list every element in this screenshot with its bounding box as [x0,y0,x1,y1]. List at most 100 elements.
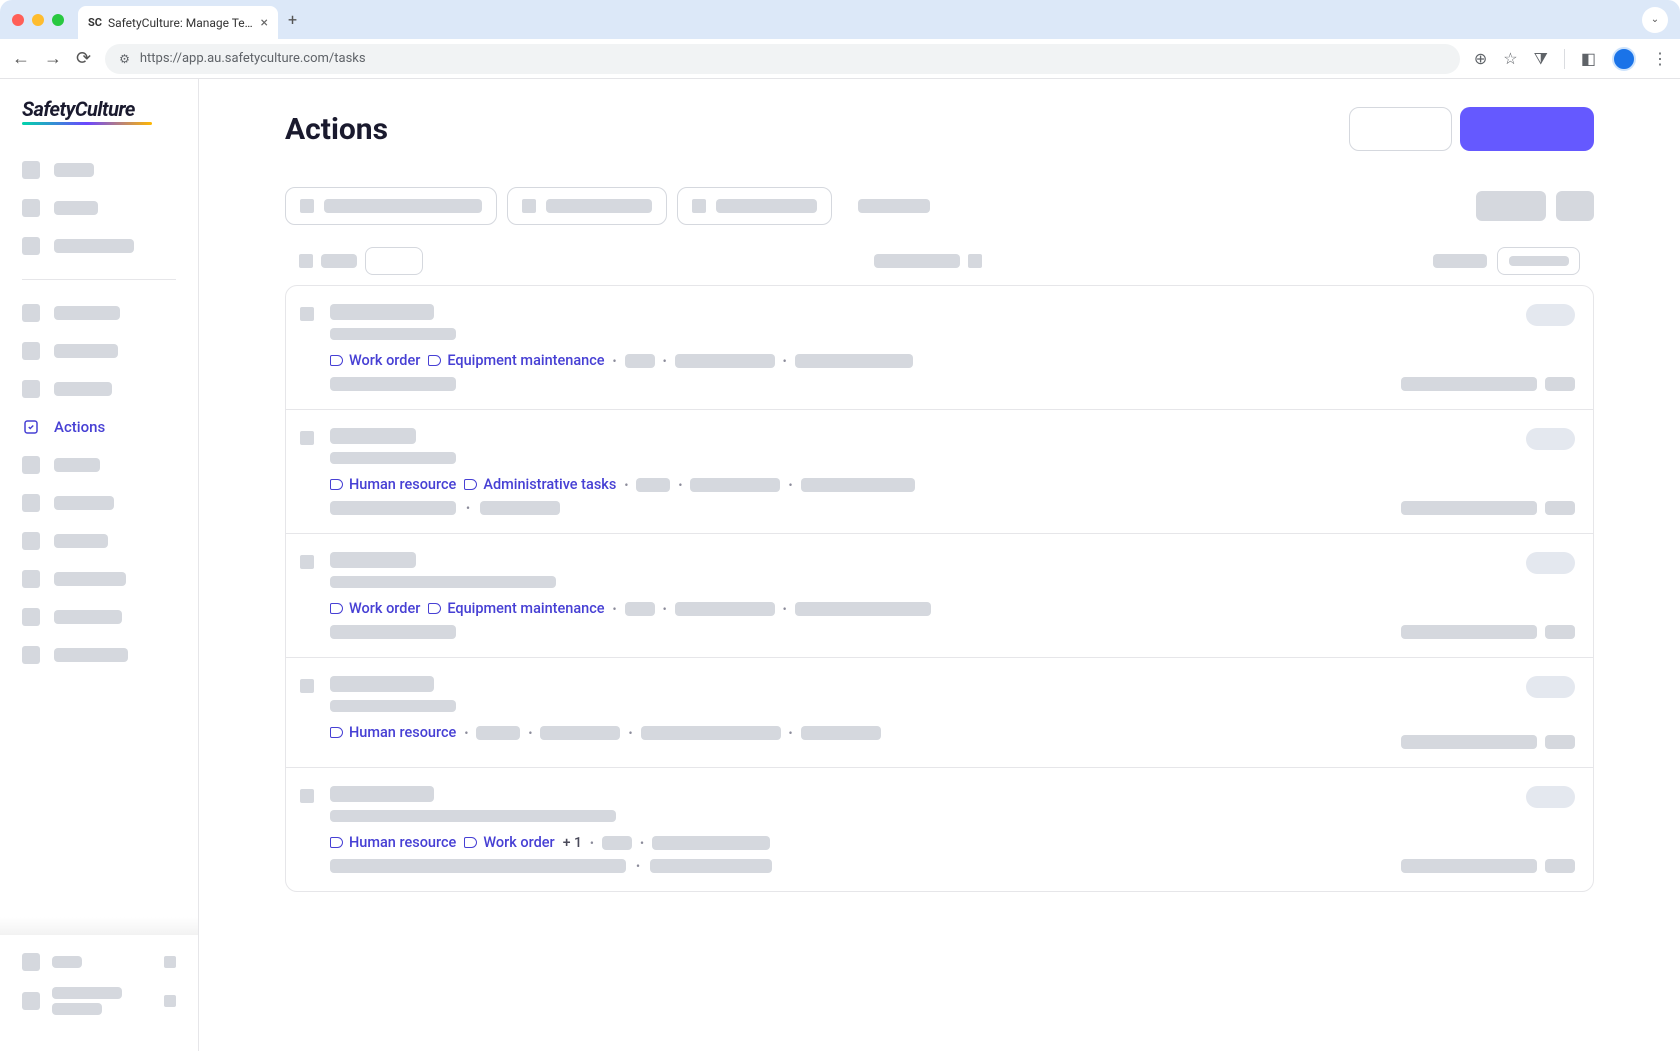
tag-icon [330,603,343,614]
label-tag[interactable]: Equipment maintenance [428,352,604,369]
item-checkbox[interactable] [300,679,314,693]
logo-text: SafetyCulture [22,97,176,121]
footer-item-skeleton[interactable] [10,979,188,1023]
site-settings-icon[interactable]: ⚙ [119,52,130,66]
control-skeleton [1433,254,1487,268]
tag-icon [464,837,477,848]
tabs-dropdown-icon[interactable]: ⌄ [1642,7,1668,33]
label-tag[interactable]: Human resource [330,476,456,493]
sidebar-item-skeleton[interactable] [10,332,188,370]
item-subtitle-skeleton [330,576,556,588]
side-panel-icon[interactable]: ◧ [1581,49,1596,68]
zoom-icon[interactable]: ⊕ [1474,49,1487,68]
item-meta-row: Human resource Administrative tasks • • … [330,476,1359,493]
secondary-action-button[interactable] [1349,107,1452,151]
list-item[interactable]: Work order Equipment maintenance • • • [286,286,1593,410]
status-pill[interactable] [1526,786,1575,808]
control-dropdown[interactable] [365,247,423,275]
item-checkbox[interactable] [300,555,314,569]
filters-row [285,187,1594,225]
label-tag[interactable]: Administrative tasks [464,476,616,493]
sidebar-item-skeleton[interactable] [10,636,188,674]
list-item[interactable]: Human resource Work order + 1 • • • [286,768,1593,891]
sort-dropdown[interactable] [1497,247,1580,275]
filter-box[interactable] [507,187,667,225]
new-tab-button[interactable]: + [288,10,297,29]
item-checkbox[interactable] [300,307,314,321]
close-window-icon[interactable] [12,14,24,26]
select-all-checkbox[interactable] [299,254,313,268]
item-subtitle-skeleton [330,452,456,464]
label-tag[interactable]: Work order [330,352,420,369]
status-pill[interactable] [1526,676,1575,698]
maximize-window-icon[interactable] [52,14,64,26]
status-pill[interactable] [1526,552,1575,574]
sidebar-item-skeleton[interactable] [10,446,188,484]
close-tab-icon[interactable]: × [261,15,268,31]
sidebar-item-skeleton[interactable] [10,189,188,227]
sidebar-item-actions[interactable]: Actions [10,408,188,446]
browser-toolbar: ← → ⟳ ⚙ https://app.au.safetyculture.com… [0,39,1680,79]
minimize-window-icon[interactable] [32,14,44,26]
tag-icon [428,355,441,366]
extra-labels-count[interactable]: + 1 [563,835,582,851]
sidebar: SafetyCulture Actions [0,79,199,1051]
sidebar-footer [0,935,198,1033]
window-controls[interactable] [12,14,64,26]
view-control-skeleton[interactable] [1556,191,1594,221]
item-meta-row: Work order Equipment maintenance • • • [330,352,1359,369]
footer-item-skeleton[interactable] [10,945,188,979]
tag-icon [330,727,343,738]
kebab-menu-icon[interactable]: ⋮ [1652,49,1668,68]
url-text: https://app.au.safetyculture.com/tasks [140,51,366,66]
nav-divider [22,279,176,280]
sidebar-item-skeleton[interactable] [10,560,188,598]
label-tag[interactable]: Work order [464,834,554,851]
status-pill[interactable] [1526,304,1575,326]
extensions-icon[interactable]: ⧩ [1534,49,1548,69]
tag-icon [428,603,441,614]
logo-underline [22,122,152,125]
logo[interactable]: SafetyCulture [0,97,198,151]
filter-box[interactable] [285,187,497,225]
item-checkbox[interactable] [300,431,314,445]
status-pill[interactable] [1526,428,1575,450]
filter-skeleton[interactable] [858,199,930,213]
primary-action-button[interactable] [1460,107,1594,151]
item-meta-row: Human resource • • • • [330,724,1359,741]
sidebar-item-skeleton[interactable] [10,484,188,522]
reload-button[interactable]: ⟳ [76,48,91,69]
item-meta-row: Work order Equipment maintenance • • • [330,600,1359,617]
sidebar-item-skeleton[interactable] [10,522,188,560]
control-skeleton [874,254,960,268]
nav-secondary: Actions [0,294,198,674]
bookmark-icon[interactable]: ☆ [1503,49,1517,68]
url-bar[interactable]: ⚙ https://app.au.safetyculture.com/tasks [105,44,1460,74]
sidebar-item-skeleton[interactable] [10,598,188,636]
label-tag[interactable]: Equipment maintenance [428,600,604,617]
list-item[interactable]: Work order Equipment maintenance • • • [286,534,1593,658]
browser-tab[interactable]: SC SafetyCulture: Manage Teams and... × [78,6,278,39]
label-tag[interactable]: Human resource [330,834,456,851]
back-button[interactable]: ← [12,48,30,69]
item-meta-row: Human resource Work order + 1 • • [330,834,1359,851]
app-container: SafetyCulture Actions [0,79,1680,1051]
toolbar-divider [1564,49,1565,69]
header-actions [1349,107,1594,151]
list-item[interactable]: Human resource • • • • [286,658,1593,768]
list-item[interactable]: Human resource Administrative tasks • • … [286,410,1593,534]
sidebar-item-skeleton[interactable] [10,370,188,408]
label-tag[interactable]: Work order [330,600,420,617]
view-control-skeleton[interactable] [1476,191,1546,221]
item-checkbox[interactable] [300,789,314,803]
control-skeleton [321,254,357,268]
toolbar-icons: ⊕ ☆ ⧩ ◧ ⋮ [1474,47,1668,71]
profile-avatar-icon[interactable] [1612,47,1636,71]
sidebar-item-skeleton[interactable] [10,151,188,189]
label-tag[interactable]: Human resource [330,724,456,741]
forward-button[interactable]: → [44,48,62,69]
sidebar-item-skeleton[interactable] [10,227,188,265]
control-icon[interactable] [968,254,982,268]
sidebar-item-skeleton[interactable] [10,294,188,332]
filter-box[interactable] [677,187,832,225]
